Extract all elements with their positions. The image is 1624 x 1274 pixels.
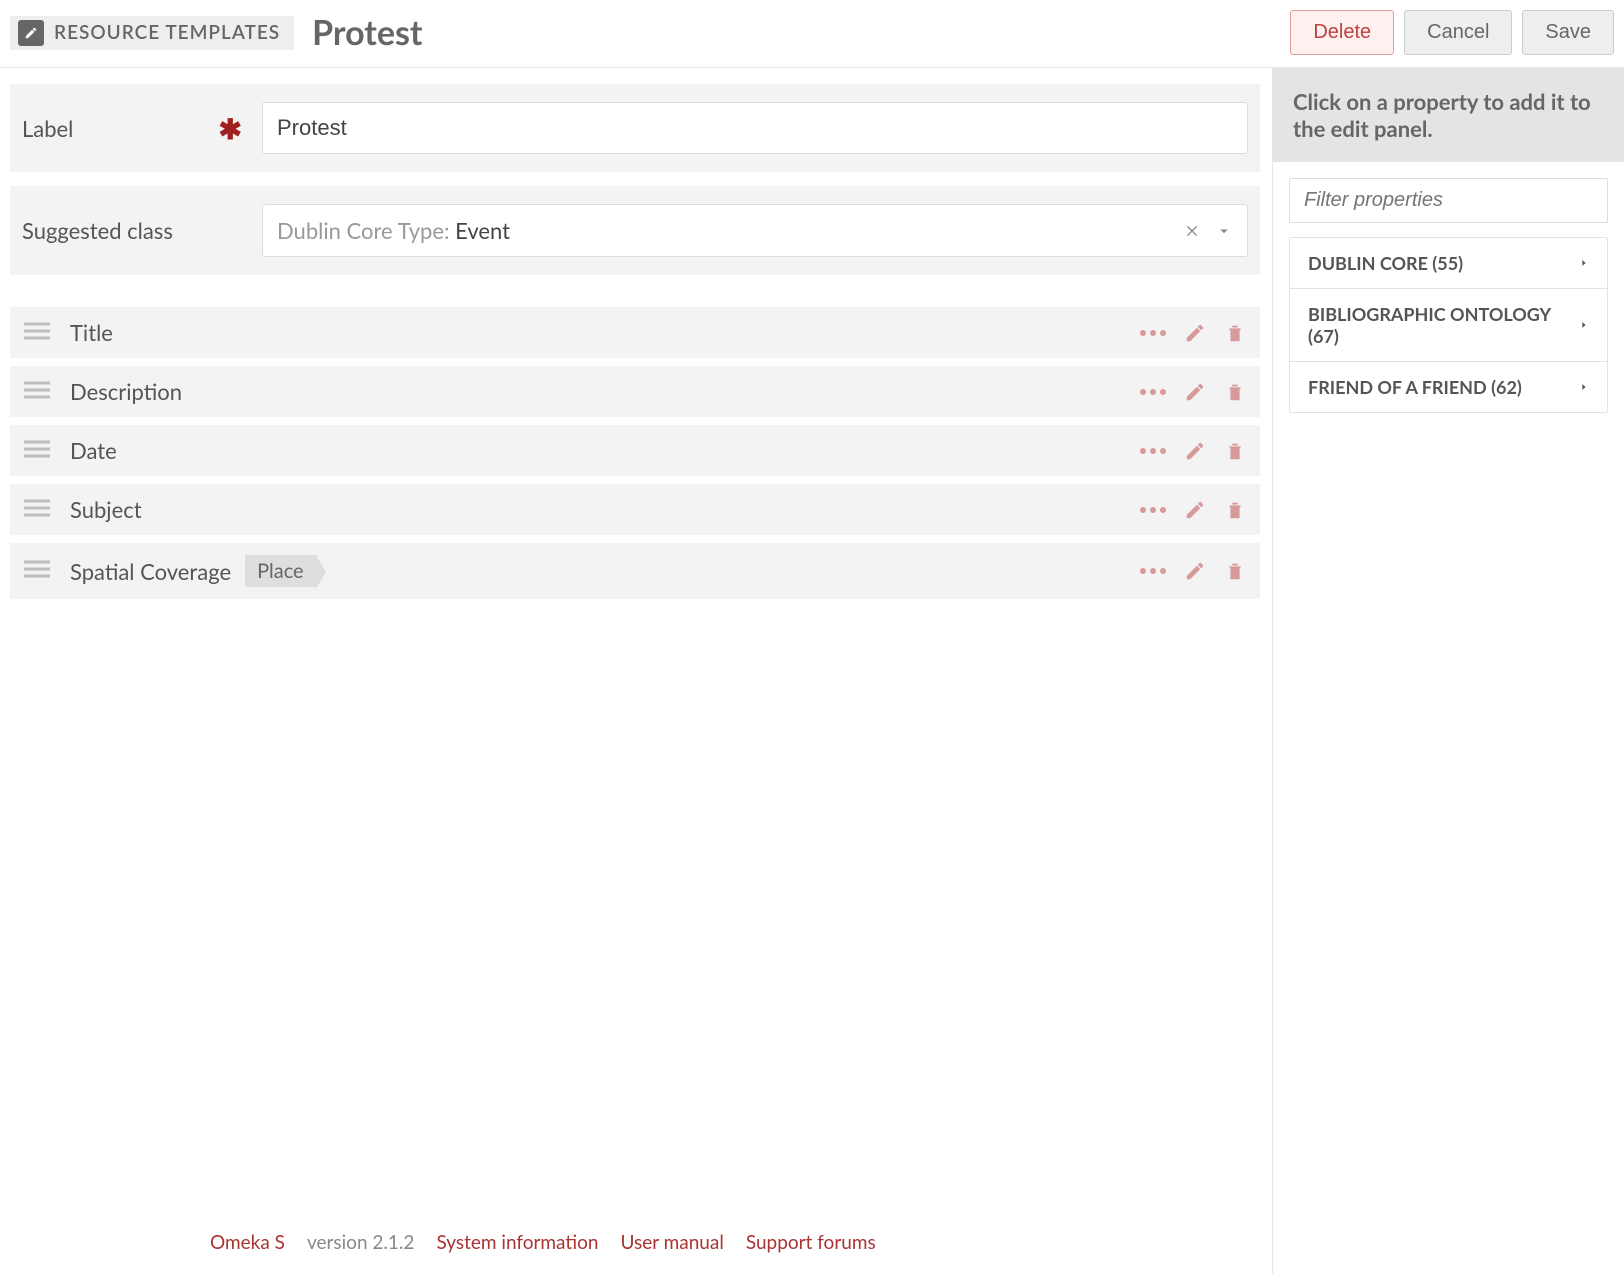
property-name: Spatial Coverage (70, 558, 231, 585)
clear-icon[interactable] (1185, 223, 1201, 239)
property-name: Description (70, 378, 182, 405)
vocab-label: FRIEND OF A FRIEND (62) (1308, 376, 1522, 398)
property-row: Subject (10, 484, 1260, 535)
footer-link-system-information[interactable]: System information (436, 1231, 598, 1254)
footer-link-support-forums[interactable]: Support forums (746, 1231, 876, 1254)
drag-handle-icon[interactable] (24, 559, 50, 583)
property-row: Description (10, 366, 1260, 417)
property-badge: Place (245, 555, 316, 587)
chevron-down-icon[interactable] (1215, 222, 1233, 240)
pencil-icon[interactable] (1184, 560, 1206, 582)
vocab-list: DUBLIN CORE (55) BIBLIOGRAPHIC ONTOLOGY (… (1289, 237, 1608, 413)
ellipsis-icon[interactable] (1140, 448, 1166, 454)
drag-handle-icon[interactable] (24, 498, 50, 522)
pencil-icon[interactable] (1184, 381, 1206, 403)
vocab-label: BIBLIOGRAPHIC ONTOLOGY (67) (1308, 303, 1579, 347)
label-row: Label ✱ (10, 84, 1260, 172)
chevron-right-icon (1579, 252, 1589, 274)
vocab-item[interactable]: FRIEND OF A FRIEND (62) (1290, 362, 1607, 412)
property-actions (1140, 440, 1246, 462)
property-row: Title (10, 307, 1260, 358)
page-header: RESOURCE TEMPLATES Protest Delete Cancel… (0, 0, 1624, 68)
drag-handle-icon[interactable] (24, 380, 50, 404)
suggested-class-select[interactable]: Dublin Core Type : Event (262, 204, 1248, 257)
footer-link-user-manual[interactable]: User manual (620, 1231, 723, 1254)
trash-icon[interactable] (1224, 322, 1246, 344)
select-value: Event (455, 217, 510, 244)
ellipsis-icon[interactable] (1140, 507, 1166, 513)
select-prefix: Dublin Core Type (277, 217, 444, 244)
trash-icon[interactable] (1224, 560, 1246, 582)
trash-icon[interactable] (1224, 440, 1246, 462)
breadcrumb-label: RESOURCE TEMPLATES (54, 21, 280, 44)
label-input[interactable] (262, 102, 1248, 154)
pencil-icon[interactable] (1184, 322, 1206, 344)
property-name: Title (70, 319, 113, 346)
suggested-class-label: Suggested class (22, 217, 173, 244)
chevron-right-icon (1579, 376, 1589, 398)
property-name: Subject (70, 496, 142, 523)
property-actions (1140, 381, 1246, 403)
drag-handle-icon[interactable] (24, 439, 50, 463)
required-star-icon: ✱ (219, 111, 242, 146)
footer-version: version 2.1.2 (307, 1231, 414, 1254)
drag-handle-icon[interactable] (24, 321, 50, 345)
property-actions (1140, 499, 1246, 521)
pencil-icon (18, 20, 44, 46)
label-field-label: Label (22, 115, 73, 142)
ellipsis-icon[interactable] (1140, 568, 1166, 574)
pencil-icon[interactable] (1184, 440, 1206, 462)
ellipsis-icon[interactable] (1140, 330, 1166, 336)
ellipsis-icon[interactable] (1140, 389, 1166, 395)
sidebar: Click on a property to add it to the edi… (1272, 68, 1624, 1274)
page-footer: Omeka S version 2.1.2 System information… (10, 1211, 1272, 1274)
cancel-button[interactable]: Cancel (1404, 10, 1512, 55)
breadcrumb[interactable]: RESOURCE TEMPLATES (10, 16, 294, 50)
property-row: Date (10, 425, 1260, 476)
trash-icon[interactable] (1224, 499, 1246, 521)
delete-button[interactable]: Delete (1290, 10, 1394, 55)
vocab-item[interactable]: DUBLIN CORE (55) (1290, 238, 1607, 289)
filter-properties-input[interactable] (1289, 178, 1608, 223)
property-list: Title Description Date Subject Spatial Cover… (10, 307, 1260, 607)
footer-app-link[interactable]: Omeka S (210, 1231, 285, 1254)
pencil-icon[interactable] (1184, 499, 1206, 521)
property-row: Spatial Coverage Place (10, 543, 1260, 599)
save-button[interactable]: Save (1522, 10, 1614, 55)
vocab-item[interactable]: BIBLIOGRAPHIC ONTOLOGY (67) (1290, 289, 1607, 362)
trash-icon[interactable] (1224, 381, 1246, 403)
sidebar-instruction: Click on a property to add it to the edi… (1273, 68, 1624, 162)
property-name: Date (70, 437, 117, 464)
chevron-right-icon (1579, 314, 1589, 336)
vocab-label: DUBLIN CORE (55) (1308, 252, 1463, 274)
property-actions (1140, 560, 1246, 582)
property-actions (1140, 322, 1246, 344)
page-title: Protest (312, 12, 422, 53)
suggested-class-row: Suggested class Dublin Core Type : Event (10, 186, 1260, 275)
